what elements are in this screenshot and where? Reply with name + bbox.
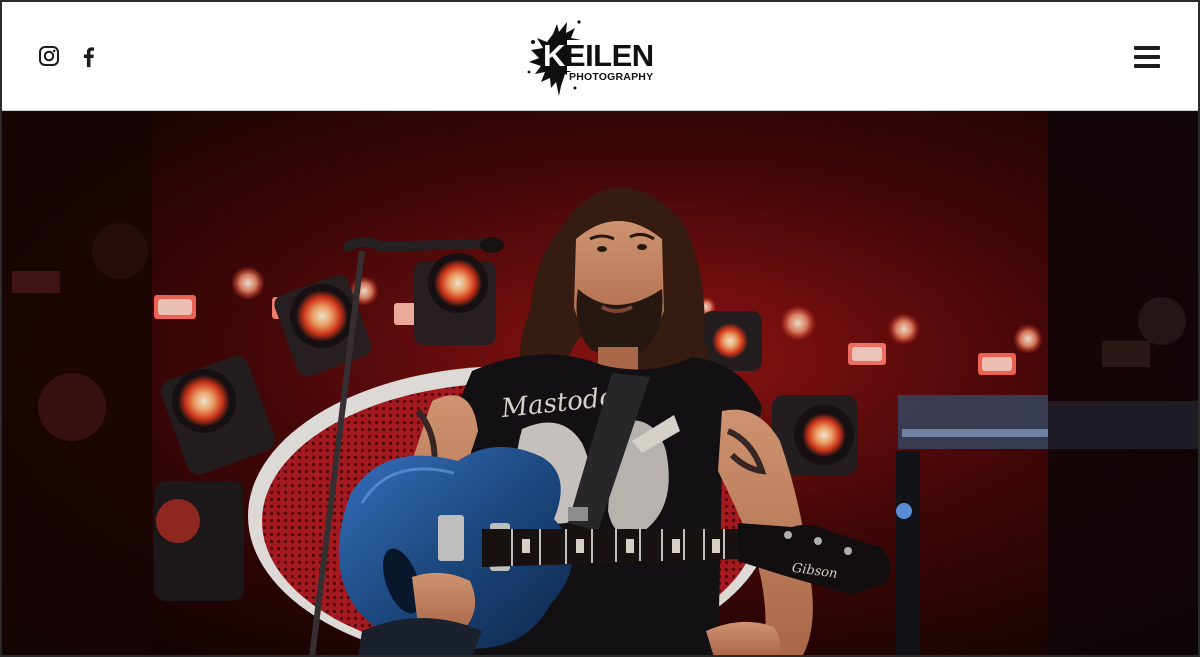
logo-subtitle: PHOTOGRAPHY [569, 71, 654, 83]
instagram-link[interactable] [38, 45, 60, 69]
instagram-icon [39, 46, 59, 66]
hamburger-bar [1134, 64, 1160, 68]
logo-wordmark: KEILEN [543, 40, 654, 71]
hamburger-menu-button[interactable] [1134, 46, 1160, 70]
facebook-link[interactable] [78, 45, 100, 69]
social-links [38, 45, 118, 69]
hamburger-bar [1134, 55, 1160, 59]
concert-photo: Mastodon Gibson [2, 111, 1198, 655]
logo-initial: K [543, 38, 565, 73]
browser-viewport: KEILEN PHOTOGRAPHY Mastodon Gibson [0, 0, 1200, 657]
facebook-icon [83, 47, 95, 68]
hero-image: Mastodon Gibson [2, 111, 1198, 655]
site-header: KEILEN PHOTOGRAPHY [2, 2, 1198, 111]
site-logo[interactable]: KEILEN PHOTOGRAPHY [523, 16, 659, 96]
hamburger-menu-icon [1134, 46, 1160, 50]
logo-word-rest: EILEN [564, 38, 654, 73]
